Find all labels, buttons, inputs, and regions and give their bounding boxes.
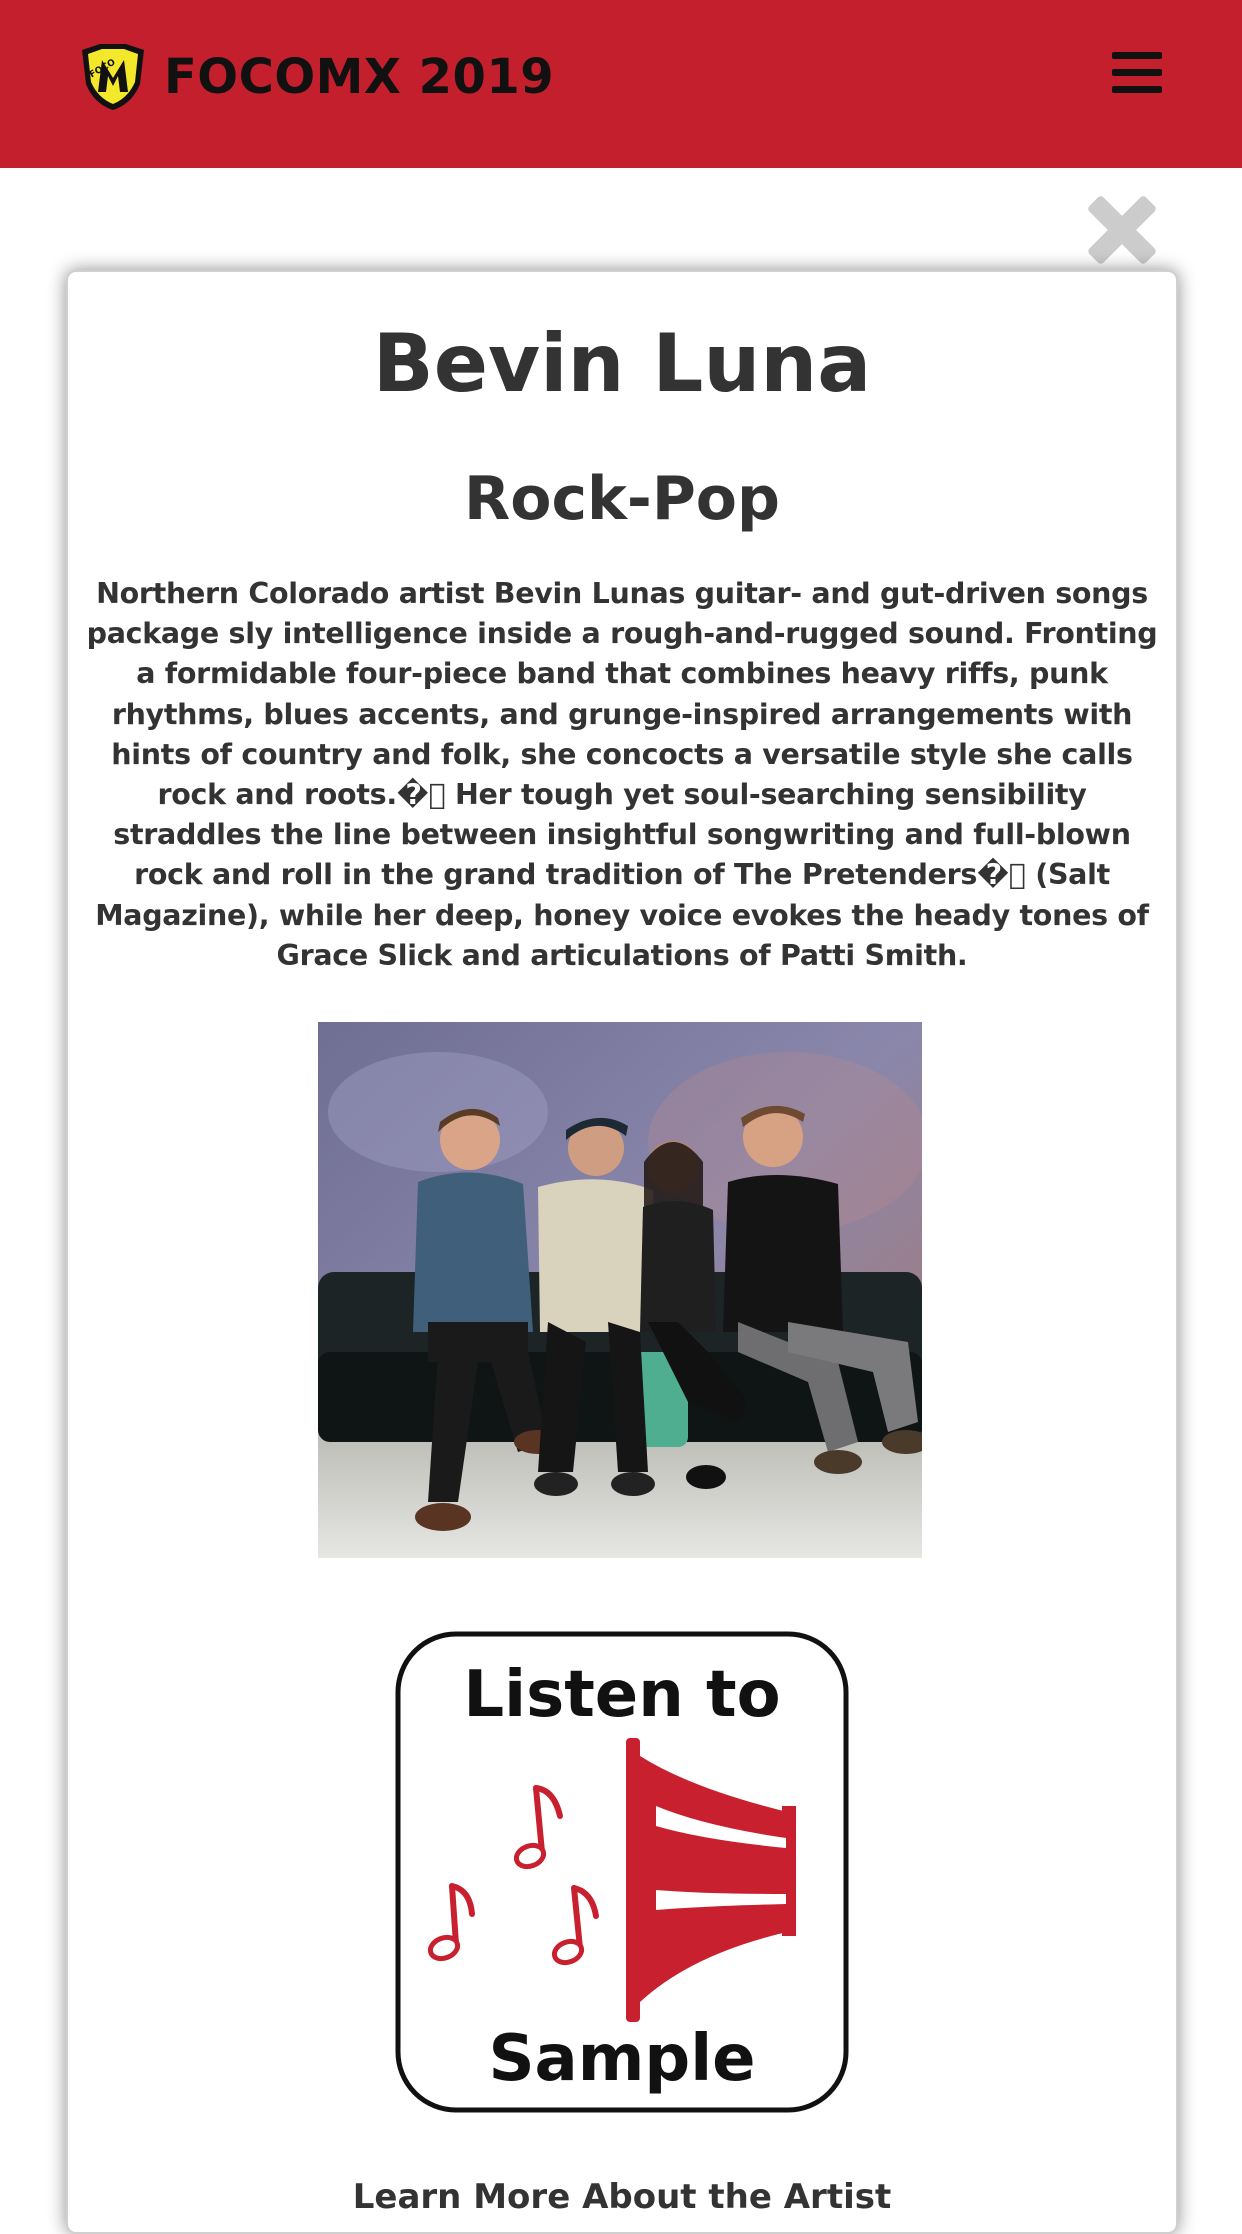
hamburger-menu-icon-bar (1112, 69, 1162, 76)
artist-bio: Northern Colorado artist Bevin Lunas gui… (86, 577, 1158, 972)
close-x-icon (1088, 196, 1156, 264)
hamburger-menu-icon-bar (1112, 86, 1162, 93)
brand-link[interactable]: FOCO FOCOMX 2019 (76, 38, 554, 116)
listen-line-1: Listen to (463, 1658, 780, 1732)
listen-to-sample-button[interactable]: Listen to Sample (394, 1630, 850, 2114)
speaker-horn-music-notes-icon: Listen to Sample (395, 1631, 849, 2113)
close-modal-button[interactable] (1084, 192, 1160, 268)
hamburger-menu-icon (1112, 52, 1162, 59)
site-title: FOCOMX 2019 (164, 49, 555, 105)
listen-line-2: Sample (488, 2022, 755, 2096)
focomx-logo-icon: FOCO (82, 44, 144, 110)
artist-name: Bevin Luna (372, 317, 872, 410)
learn-more-link[interactable]: Learn More About the Artist (68, 2180, 1176, 2214)
top-navigation-bar: FOCO FOCOMX 2019 (0, 0, 1242, 168)
artist-genre: Rock-Pop (464, 464, 780, 534)
hamburger-menu-button[interactable] (1112, 48, 1166, 96)
band-photo (318, 1022, 922, 1558)
artist-modal: Bevin Luna Rock-Pop Northern Colorado ar… (66, 270, 1178, 2234)
